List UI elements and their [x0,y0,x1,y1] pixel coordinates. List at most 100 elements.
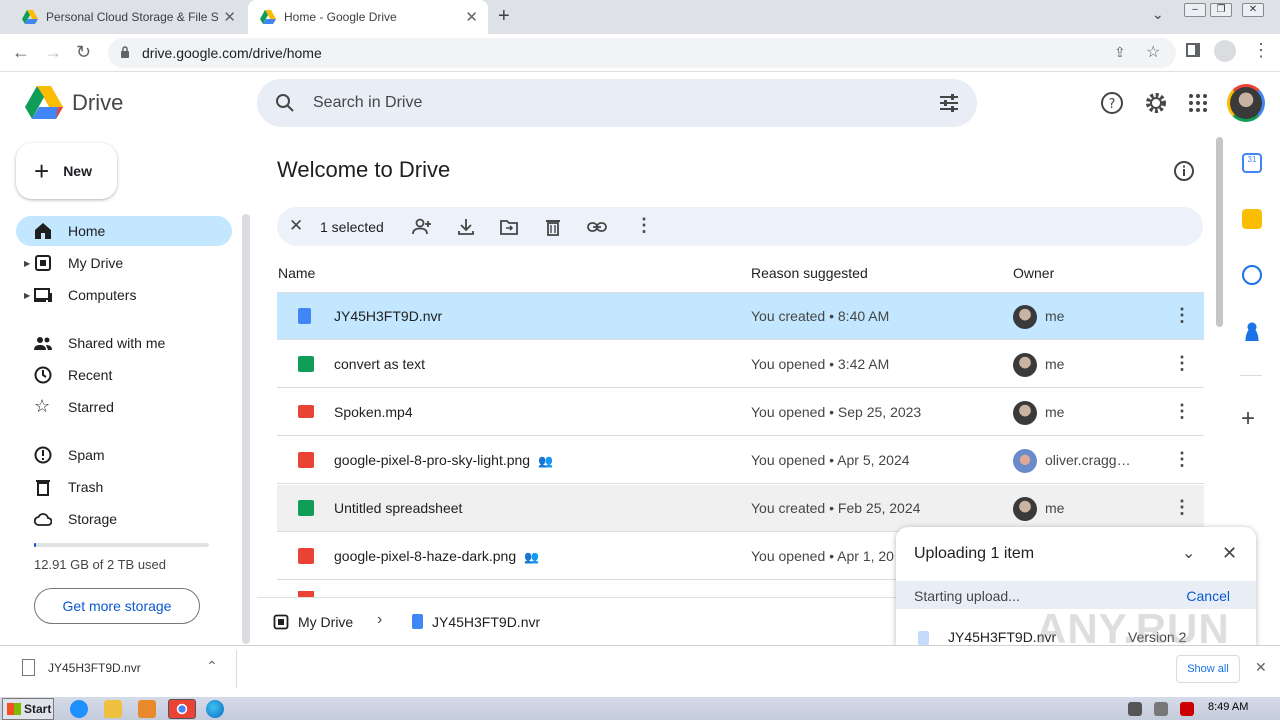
close-tab-icon[interactable]: ✕ [465,8,478,26]
side-panel-icon[interactable] [1186,43,1200,57]
file-name: google-pixel-8-haze-dark.png [334,548,517,564]
image-icon [298,548,314,564]
ie-icon[interactable] [70,700,88,718]
more-actions-icon[interactable]: ⋮ [1173,497,1191,518]
sidebar-item-shared[interactable]: Shared with me [16,328,232,358]
sidebar-item-computers[interactable]: ▶ Computers [16,280,232,310]
breadcrumb-root[interactable]: My Drive [298,614,353,630]
minimize-icon[interactable]: – [1184,3,1206,17]
expand-arrow-icon[interactable]: ▶ [24,291,30,300]
download-file-name[interactable]: JY45H3FT9D.nvr [48,661,141,675]
add-addon-icon[interactable]: + [1241,405,1255,433]
file-owner: me [1045,308,1065,324]
more-actions-icon[interactable]: ⋮ [1173,305,1191,326]
search-icon[interactable] [275,93,295,113]
sidebar-item-recent[interactable]: Recent [16,360,232,390]
upload-status: Starting upload... [914,588,1020,604]
table-row[interactable]: JY45H3FT9D.nvr You created • 8:40 AM me … [277,293,1204,340]
security-icon[interactable] [1180,702,1194,716]
share-icon[interactable]: ⇪ [1114,44,1126,61]
tasks-icon[interactable] [1242,265,1262,285]
chevron-down-icon[interactable]: ⌄ [1182,543,1195,563]
network-icon[interactable] [1154,702,1168,716]
maximize-icon[interactable]: ❐ [1210,3,1232,17]
edge-icon[interactable] [206,700,224,718]
sidebar-item-trash[interactable]: Trash [16,472,232,502]
get-more-storage-button[interactable]: Get more storage [34,588,200,624]
sidebar-item-storage[interactable]: Storage [16,504,232,534]
chrome-menu-icon[interactable]: ⋮ [1252,40,1270,61]
column-header-reason[interactable]: Reason suggested [751,265,868,281]
sidebar-item-home[interactable]: Home [16,216,232,246]
spreadsheet-icon [298,500,314,516]
link-icon[interactable] [587,217,607,237]
start-button[interactable]: Start [2,698,54,720]
search-input[interactable]: Search in Drive [313,94,422,112]
main-scrollbar[interactable] [1216,137,1223,327]
column-header-owner[interactable]: Owner [1013,265,1054,281]
tab-personal-cloud[interactable]: Personal Cloud Storage & File Sharing ✕ [10,0,246,34]
table-row-partial[interactable] [277,581,897,597]
settings-gear-icon[interactable] [1144,91,1168,115]
more-actions-icon[interactable]: ⋮ [1173,449,1191,470]
profile-icon[interactable] [1214,40,1236,62]
file-reason: You opened • 3:42 AM [751,356,890,372]
sidebar-item-spam[interactable]: Spam [16,440,232,470]
tab-google-drive[interactable]: Home - Google Drive ✕ [248,0,488,34]
close-icon[interactable]: ✕ [1222,543,1237,564]
tab-search-icon[interactable]: ⌄ [1152,6,1164,23]
cancel-upload-button[interactable]: Cancel [1186,588,1230,604]
expand-arrow-icon[interactable]: ▶ [24,259,30,268]
new-tab-icon[interactable]: + [498,5,510,28]
new-button[interactable]: + New [16,143,117,199]
chevron-up-icon[interactable]: ⌃ [206,658,218,675]
back-icon[interactable]: ← [12,42,30,63]
forward-icon[interactable]: → [44,42,62,63]
table-row[interactable]: convert as text You opened • 3:42 AM me … [277,341,1204,388]
keep-icon[interactable] [1242,209,1262,229]
more-actions-icon[interactable]: ⋮ [1173,353,1191,374]
close-tab-icon[interactable]: ✕ [223,8,236,26]
show-all-button[interactable]: Show all [1176,655,1240,683]
explorer-icon[interactable] [104,700,122,718]
sidebar-item-starred[interactable]: ☆ Starred [16,392,232,422]
plus-icon: + [34,156,50,186]
breadcrumb-file[interactable]: JY45H3FT9D.nvr [432,614,540,630]
column-header-name[interactable]: Name [278,265,315,281]
search-options-icon[interactable] [939,93,959,113]
volume-icon[interactable] [1128,702,1142,716]
people-icon [34,337,52,350]
more-actions-icon[interactable]: ⋮ [635,215,653,236]
close-icon[interactable]: ✕ [1255,659,1267,676]
table-row[interactable]: Spoken.mp4 You opened • Sep 25, 2023 me … [277,389,1204,436]
google-drive-icon [260,10,276,24]
search-bar[interactable]: Search in Drive [257,79,977,127]
apps-grid-icon[interactable] [1186,91,1210,115]
clear-selection-icon[interactable]: ✕ [289,216,303,236]
share-person-add-icon[interactable] [412,217,432,237]
bookmark-star-icon[interactable]: ☆ [1146,42,1160,62]
chrome-icon[interactable] [168,699,196,719]
account-avatar[interactable] [1227,84,1265,122]
media-player-icon[interactable] [138,700,156,718]
trash-icon[interactable] [543,217,563,237]
move-to-folder-icon[interactable] [499,217,519,237]
sidebar-scrollbar[interactable] [242,214,250,644]
address-bar[interactable]: drive.google.com/drive/home ⇪ ☆ [108,38,1176,68]
table-row[interactable]: google-pixel-8-pro-sky-light.png 👥 You op… [277,437,1204,484]
download-icon[interactable] [456,217,476,237]
divider [236,650,237,688]
contacts-icon[interactable] [1242,321,1262,341]
help-icon[interactable]: ? [1100,91,1124,115]
shared-people-icon: 👥 [524,550,540,564]
more-actions-icon[interactable]: ⋮ [1173,401,1191,422]
table-row[interactable]: Untitled spreadsheet You created • Feb 2… [277,485,1204,532]
tab-strip: Personal Cloud Storage & File Sharing ✕ … [0,0,1280,34]
start-label: Start [24,702,52,716]
calendar-icon[interactable]: 31 [1242,153,1262,173]
sidebar-item-my-drive[interactable]: ▶ My Drive [16,248,232,278]
close-window-icon[interactable]: ✕ [1242,3,1264,17]
document-icon [298,308,311,324]
info-icon[interactable] [1173,160,1195,182]
reload-icon[interactable]: ↻ [76,42,91,63]
